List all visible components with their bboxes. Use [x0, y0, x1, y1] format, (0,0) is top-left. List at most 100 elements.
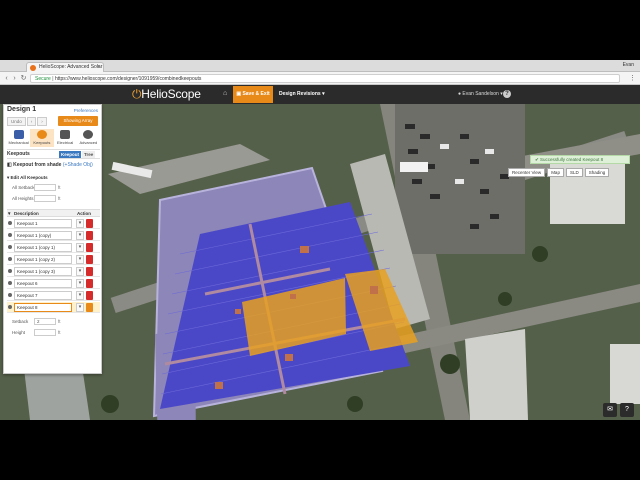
eye-icon[interactable]: [8, 257, 12, 261]
logo-text: HelioScope: [141, 87, 201, 101]
keepout-name-input[interactable]: Keepout 1 (copy 1): [14, 243, 72, 252]
mode-tabs: Mechanical Keepouts Electrical Advanced: [7, 129, 100, 147]
keepout-row[interactable]: Keepout 6 ▾: [7, 278, 100, 289]
eye-icon[interactable]: [8, 233, 12, 237]
undo-next-icon[interactable]: ›: [37, 117, 47, 126]
home-icon[interactable]: ⌂: [223, 90, 231, 98]
undo-group: Undo ‹ ›: [7, 117, 48, 126]
eye-icon[interactable]: [8, 269, 12, 273]
setback-row: Setback 2 ft: [12, 318, 61, 325]
help-icon[interactable]: ?: [503, 90, 511, 98]
account-menu[interactable]: ● Evan Sandelson ▾: [458, 85, 503, 104]
all-setback-unit: ft: [58, 185, 61, 190]
eye-icon[interactable]: [8, 293, 12, 297]
delete-icon[interactable]: [86, 255, 93, 264]
delete-icon[interactable]: [86, 279, 93, 288]
shading-button[interactable]: Shading: [584, 168, 610, 177]
undo-prev-icon[interactable]: ‹: [26, 117, 37, 126]
help-corner-icon[interactable]: ?: [620, 403, 634, 417]
browser-menu-icon[interactable]: ⋮: [629, 74, 636, 82]
tab-advanced[interactable]: Advanced: [77, 129, 100, 147]
edit-all-keepouts[interactable]: ▾ Edit All Keepouts: [7, 175, 48, 181]
keepout-row-selected[interactable]: Keepout 8 ▾: [7, 302, 100, 313]
sort-icon[interactable]: ▼: [7, 211, 11, 216]
tab-electrical[interactable]: Electrical: [54, 129, 77, 147]
tab-keepouts[interactable]: Keepouts: [30, 129, 54, 147]
dropdown-icon[interactable]: ▾: [76, 231, 84, 240]
toast-text: Successfully created Keepout 8: [540, 157, 604, 162]
dropdown-icon[interactable]: ▾: [76, 267, 84, 276]
browser-user[interactable]: Evan: [623, 62, 634, 68]
keepout-row[interactable]: Keepout 1 (copy) ▾: [7, 230, 100, 241]
tree-subtab[interactable]: Tree: [82, 151, 96, 158]
eye-icon[interactable]: [8, 245, 12, 249]
eye-icon[interactable]: [8, 305, 12, 309]
all-setback-label: All Setback: [12, 185, 35, 190]
account-label: Evan Sandelson: [462, 91, 499, 97]
keepout-name-input[interactable]: Keepout 6: [14, 279, 72, 288]
design-revisions-menu[interactable]: Design Revisions ▾: [279, 85, 325, 104]
all-heights-input[interactable]: [34, 195, 56, 202]
keepout-row[interactable]: Keepout 1 (copy 2) ▾: [7, 254, 100, 265]
grid-icon: [13, 130, 24, 139]
sld-button[interactable]: SLD: [565, 168, 583, 177]
browser-tabbar: HelioScope: Advanced Solar × Evan: [0, 60, 640, 72]
preferences-link[interactable]: Preferences: [74, 108, 98, 113]
address-bar: ‹ › ↻ Secure | https://www.helioscope.co…: [0, 72, 640, 85]
all-heights-label: All Heights: [12, 196, 34, 201]
map-button[interactable]: Map: [547, 168, 564, 177]
from-shade-label: Keepout from shade: [13, 162, 62, 168]
electrical-icon: [60, 130, 71, 139]
dropdown-icon[interactable]: ▾: [76, 279, 84, 288]
eye-icon[interactable]: [8, 281, 12, 285]
close-tab-icon[interactable]: ×: [97, 63, 100, 72]
keepout-row[interactable]: Keepout 1 (copy 1) ▾: [7, 242, 100, 253]
tab-electrical-label: Electrical: [57, 140, 74, 145]
keepout-subtab[interactable]: Keepout: [59, 151, 81, 158]
keepout-name-input[interactable]: Keepout 7: [14, 291, 72, 300]
delete-icon[interactable]: [86, 267, 93, 276]
tab-advanced-label: Advanced: [79, 140, 98, 145]
dropdown-icon[interactable]: ▾: [76, 291, 84, 300]
save-exit-button[interactable]: ▣ Save & Exit: [233, 86, 273, 103]
keepout-icon: [36, 130, 47, 139]
logo[interactable]: ⏻HelioScope: [132, 87, 201, 102]
keepout-name-input[interactable]: Keepout 1 (copy 3): [14, 267, 72, 276]
undo-button[interactable]: Undo: [7, 117, 26, 126]
setback-input[interactable]: 2: [34, 318, 56, 325]
delete-icon[interactable]: [86, 303, 93, 312]
keepout-row[interactable]: Keepout 7 ▾: [7, 290, 100, 301]
reload-icon[interactable]: ↻: [19, 74, 28, 83]
screen: HelioScope: Advanced Solar × Evan ‹ › ↻ …: [0, 60, 640, 420]
keepout-name-input[interactable]: Keepout 8: [14, 303, 72, 312]
tab-mechanical[interactable]: Mechanical: [7, 129, 30, 147]
keepout-name-input[interactable]: Keepout 1: [14, 219, 72, 228]
keepout-name-input[interactable]: Keepout 1 (copy): [14, 231, 72, 240]
keepout-row[interactable]: Keepout 1 (copy 3) ▾: [7, 266, 100, 277]
eye-icon[interactable]: [8, 221, 12, 225]
delete-icon[interactable]: [86, 231, 93, 240]
delete-icon[interactable]: [86, 291, 93, 300]
all-setback-input[interactable]: [34, 184, 56, 191]
browser-tab[interactable]: HelioScope: Advanced Solar ×: [26, 62, 104, 72]
dropdown-icon[interactable]: ▾: [76, 219, 84, 228]
forward-icon[interactable]: ›: [10, 74, 19, 83]
shade-object-link[interactable]: (+Shade Obj): [63, 162, 93, 168]
delete-icon[interactable]: [86, 219, 93, 228]
height-label: Height: [12, 330, 26, 335]
recenter-view-button[interactable]: Recenter View: [508, 168, 546, 177]
all-heights-row: All Heights ft: [12, 195, 61, 202]
keepout-from-shade[interactable]: ◧ Keepout from shade (+Shade Obj): [7, 162, 93, 168]
height-input[interactable]: [34, 329, 56, 336]
showing-array-button[interactable]: Showing Array: [58, 116, 98, 126]
delete-icon[interactable]: [86, 243, 93, 252]
dropdown-icon[interactable]: ▾: [76, 255, 84, 264]
height-row: Height ft: [12, 329, 61, 336]
chat-icon[interactable]: ✉: [603, 403, 617, 417]
keepout-name-input[interactable]: Keepout 1 (copy 2): [14, 255, 72, 264]
url-field[interactable]: Secure | https://www.helioscope.com/desi…: [30, 74, 620, 83]
browser-tab-title: HelioScope: Advanced Solar: [39, 64, 103, 70]
keepout-row[interactable]: Keepout 1 ▾: [7, 218, 100, 229]
dropdown-icon[interactable]: ▾: [76, 243, 84, 252]
dropdown-icon[interactable]: ▾: [76, 303, 84, 312]
